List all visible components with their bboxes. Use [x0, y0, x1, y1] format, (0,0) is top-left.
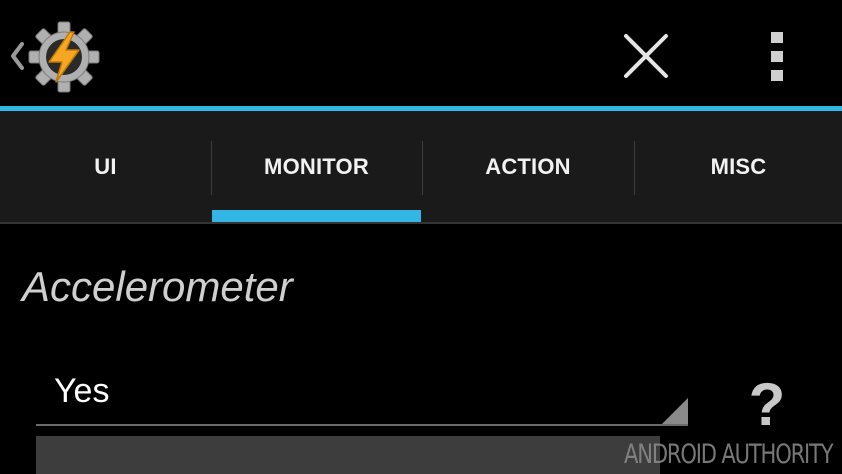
- tab-ui[interactable]: UI: [0, 111, 211, 222]
- spinner-underline: [36, 424, 688, 426]
- accelerometer-spinner[interactable]: Yes: [36, 360, 688, 426]
- tab-monitor[interactable]: MONITOR: [212, 111, 421, 222]
- tab-bar-divider: [0, 222, 842, 224]
- tab-bar: UI MONITOR ACTION MISC: [0, 111, 842, 222]
- action-bar: [0, 0, 842, 107]
- spinner-selected-value: Yes: [54, 372, 110, 410]
- watermark: ANDROID AUTHORITY: [624, 439, 834, 470]
- overflow-menu-icon[interactable]: [752, 26, 802, 86]
- help-button[interactable]: ?: [742, 372, 792, 438]
- next-field-partial[interactable]: [36, 436, 660, 474]
- close-icon[interactable]: [616, 26, 676, 86]
- app-logo-icon[interactable]: [27, 20, 101, 94]
- section-title: Accelerometer: [22, 263, 293, 310]
- chevron-left-icon[interactable]: [6, 36, 28, 76]
- tab-misc[interactable]: MISC: [635, 111, 842, 222]
- tab-action[interactable]: ACTION: [423, 111, 633, 222]
- dropdown-corner-icon: [662, 398, 688, 424]
- selected-tab-indicator: [212, 210, 421, 222]
